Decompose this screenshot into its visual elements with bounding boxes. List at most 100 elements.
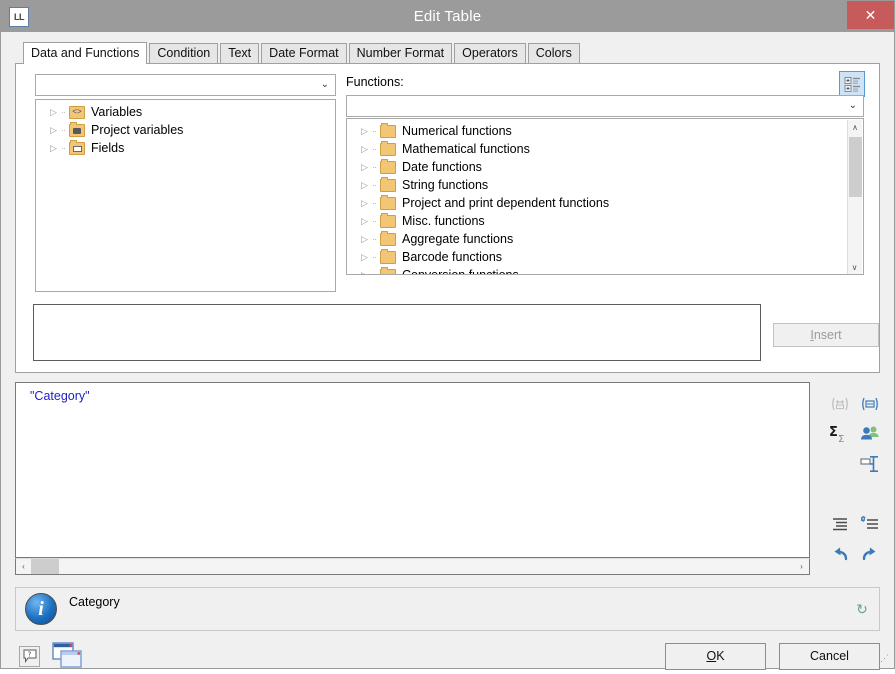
functions-filter-combo[interactable]: ⌄ <box>346 95 864 117</box>
expander-icon[interactable]: ▷ <box>361 252 372 262</box>
variables-folder-icon: <> <box>69 105 85 119</box>
unindent-list-icon[interactable] <box>858 512 882 536</box>
expression-horizontal-scrollbar[interactable]: ‹ › <box>15 558 810 575</box>
functions-label: Functions: <box>346 75 404 89</box>
insert-button[interactable]: Insert <box>773 323 879 347</box>
tree-item-label: Misc. functions <box>402 214 485 228</box>
tree-item-function-group[interactable]: ▷ ·· Conversion functions <box>347 266 863 275</box>
app-icon: LL <box>9 6 29 27</box>
indent-list-icon[interactable] <box>828 512 852 536</box>
close-icon[interactable]: ✕ <box>847 1 894 29</box>
expander-icon[interactable]: ▷ <box>50 107 61 117</box>
svg-text:Σ: Σ <box>838 434 844 444</box>
variables-tree[interactable]: ▷ ·· <> Variables ▷ ·· Project variables… <box>35 99 336 292</box>
tree-item-function-group[interactable]: ▷ ·· Barcode functions <box>347 248 863 266</box>
tree-item-function-group[interactable]: ▷ ·· Misc. functions <box>347 212 863 230</box>
project-variables-folder-icon <box>69 121 85 137</box>
tree-connector: ·· <box>372 252 377 262</box>
tab-colors[interactable]: Colors <box>527 43 580 63</box>
tree-connector: ·· <box>372 126 377 136</box>
tree-connector: ·· <box>61 125 66 135</box>
tree-item-label: Mathematical functions <box>402 142 530 156</box>
expression-area: "Category" ‹ › Σ Σ <box>15 382 880 581</box>
tab-number-format[interactable]: Number Format <box>348 43 453 63</box>
folder-icon <box>380 176 396 192</box>
expression-editor[interactable]: "Category" <box>15 382 810 558</box>
tree-item-label: Project and print dependent functions <box>402 196 610 210</box>
expander-icon[interactable]: ▷ <box>361 270 372 274</box>
tree-item-label: Project variables <box>91 123 184 137</box>
expander-icon[interactable]: ▷ <box>361 180 372 190</box>
expander-icon[interactable]: ▷ <box>361 144 372 154</box>
undo-icon[interactable] <box>828 542 852 566</box>
redo-icon[interactable] <box>858 542 882 566</box>
tab-operators[interactable]: Operators <box>454 43 526 63</box>
tree-item-project-variables[interactable]: ▷ ·· Project variables <box>36 121 335 139</box>
scrollbar-thumb[interactable] <box>849 137 862 197</box>
scrollbar-thumb[interactable] <box>31 559 59 574</box>
resize-grip[interactable]: ⋰ <box>880 654 892 666</box>
tree-item-function-group[interactable]: ▷ ·· String functions <box>347 176 863 194</box>
variables-filter-combo[interactable]: ⌄ <box>35 74 336 96</box>
tree-connector: ·· <box>61 107 66 117</box>
grouped-list-toggle-icon[interactable] <box>839 71 865 97</box>
tab-condition[interactable]: Condition <box>149 43 219 63</box>
tree-item-function-group[interactable]: ▷ ·· Numerical functions <box>347 122 863 140</box>
functions-tree[interactable]: ▷ ·· Numerical functions ▷ ·· Mathematical fu… <box>346 118 864 275</box>
expander-icon[interactable]: ▷ <box>361 234 372 244</box>
chevron-down-icon: ⌄ <box>848 100 857 111</box>
help-icon[interactable]: ? <box>19 645 40 667</box>
expander-icon[interactable]: ▷ <box>361 216 372 226</box>
expander-icon[interactable]: ▷ <box>50 125 61 135</box>
users-group-icon[interactable] <box>858 422 882 446</box>
folder-icon <box>380 158 396 174</box>
folder-icon <box>380 194 396 210</box>
refresh-icon[interactable]: ↻ <box>854 601 870 617</box>
tab-date-format[interactable]: Date Format <box>261 43 347 63</box>
insert-text-field-icon[interactable] <box>858 392 882 416</box>
tab-data-and-functions[interactable]: Data and Functions <box>23 42 148 64</box>
scroll-down-icon[interactable]: ∨ <box>848 260 861 274</box>
title-bar: LL Edit Table ✕ <box>1 1 894 32</box>
insert-variable-icon[interactable] <box>828 392 852 416</box>
folder-icon <box>380 266 396 274</box>
edit-table-dialog: LL Edit Table ✕ Data and Functions Condi… <box>0 0 895 670</box>
info-bar: i Category ↻ <box>15 587 880 631</box>
tree-item-variables[interactable]: ▷ ·· <> Variables <box>36 103 335 121</box>
tree-item-fields[interactable]: ▷ ·· Fields <box>36 139 335 157</box>
expression-text: "Category" <box>30 389 90 403</box>
tree-connector: ·· <box>61 143 66 153</box>
data-and-functions-panel: ⌄ ▷ ·· <> Variables ▷ ·· Project variabl… <box>15 63 880 373</box>
tab-text[interactable]: Text <box>220 43 260 63</box>
svg-text:Σ: Σ <box>829 425 838 440</box>
tree-item-function-group[interactable]: ▷ ·· Aggregate functions <box>347 230 863 248</box>
expander-icon[interactable]: ▷ <box>361 162 372 172</box>
ok-button[interactable]: OK <box>665 642 766 670</box>
tree-connector: ·· <box>372 144 377 154</box>
tree-connector: ·· <box>372 198 377 208</box>
expander-icon[interactable]: ▷ <box>361 198 372 208</box>
expander-icon[interactable]: ▷ <box>361 126 372 136</box>
sum-aggregate-icon[interactable]: Σ Σ <box>828 422 852 446</box>
scroll-left-icon[interactable]: ‹ <box>16 559 31 574</box>
tree-item-function-group[interactable]: ▷ ·· Date functions <box>347 158 863 176</box>
fields-folder-icon <box>69 139 85 155</box>
tree-item-label: Numerical functions <box>402 124 512 138</box>
cancel-button[interactable]: Cancel <box>779 642 880 670</box>
tree-item-function-group[interactable]: ▷ ·· Mathematical functions <box>347 140 863 158</box>
cascade-windows-icon[interactable] <box>52 641 86 671</box>
tree-item-function-group[interactable]: ▷ ·· Project and print dependent functions <box>347 194 863 212</box>
dialog-buttons: OK Cancel <box>665 642 880 670</box>
functions-tree-scrollbar[interactable]: ∧ ∨ <box>847 120 862 274</box>
dialog-footer: ? OK Cancel <box>15 639 880 673</box>
scroll-right-icon[interactable]: › <box>794 559 809 574</box>
expander-icon[interactable]: ▷ <box>50 143 61 153</box>
paragraph-properties-icon[interactable] <box>858 452 882 476</box>
editor-toolbar: Σ Σ <box>820 384 892 574</box>
tree-connector: ·· <box>372 270 377 275</box>
folder-icon <box>380 230 396 246</box>
tree-item-label: Barcode functions <box>402 250 503 264</box>
function-preview-box[interactable] <box>33 304 761 361</box>
folder-icon <box>380 122 396 138</box>
scroll-up-icon[interactable]: ∧ <box>848 120 862 135</box>
